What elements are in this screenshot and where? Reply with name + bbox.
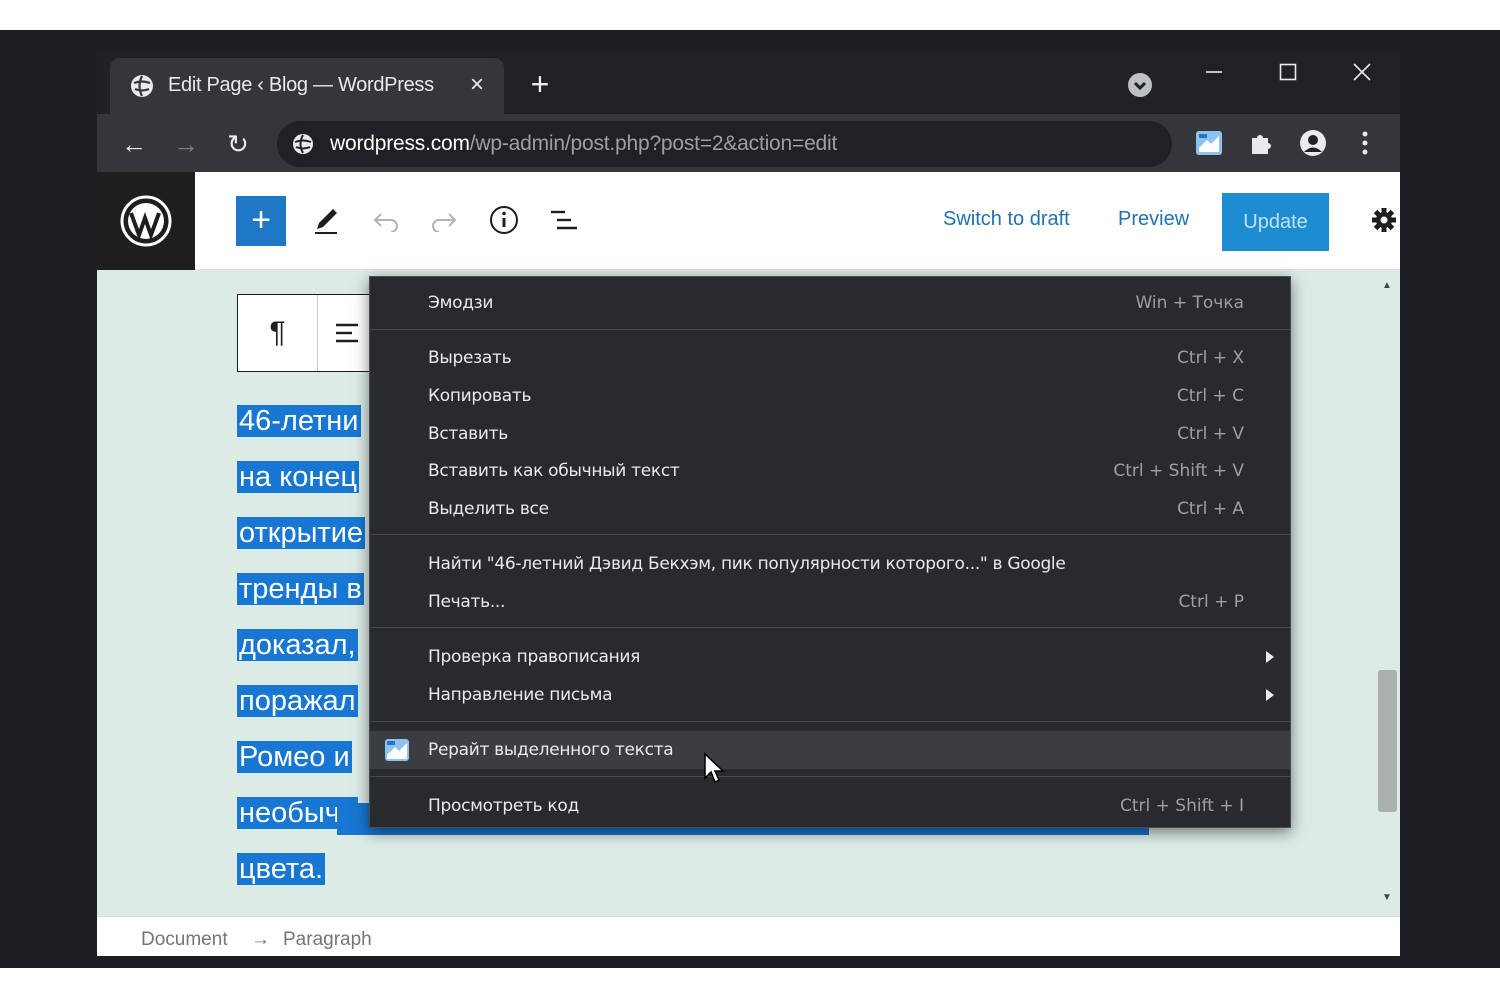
minimize-button[interactable] [1184,54,1244,90]
settings-button[interactable] [1366,202,1400,238]
menu-item-writing-direction[interactable]: Направление письма [370,676,1290,714]
browser-tab[interactable]: Edit Page ‹ Blog — WordPress × [110,58,504,114]
menu-item-rewrite-selection[interactable]: Рерайт выделенного текста [370,731,1290,769]
menu-item-print[interactable]: Печать... Ctrl + P [370,583,1290,621]
url-text: wordpress.com/wp-admin/post.php?post=2&a… [330,132,837,156]
gear-icon [1372,208,1396,232]
redo-icon [432,213,457,232]
breadcrumb-arrow: → [251,929,270,950]
extensions-button[interactable] [1246,128,1276,158]
paragraph-block-button[interactable]: ¶ [238,295,318,371]
menu-item-spellcheck[interactable]: Проверка правописания [370,638,1290,676]
close-window-button[interactable] [1332,54,1392,90]
puzzle-icon [1252,135,1271,154]
block-breadcrumb: Document → Paragraph [97,916,1400,956]
update-button[interactable]: Update [1222,193,1329,251]
undo-icon [373,213,398,232]
editor-header: + Switch to draft Preview Update [195,172,1400,270]
align-icon[interactable] [334,321,360,345]
wordpress-logo-icon [120,195,172,247]
rewrite-extension-icon [385,739,409,761]
context-menu: Эмодзи Win + Точка Вырезать Ctrl + X Коп… [369,276,1291,828]
close-icon [1353,63,1371,81]
menu-item-paste[interactable]: Вставить Ctrl + V [370,415,1290,453]
menu-item-copy[interactable]: Копировать Ctrl + C [370,377,1290,415]
rewrite-extension-button[interactable] [1194,128,1224,158]
tab-close-button[interactable]: × [462,70,492,100]
paragraph-line: цвета. [237,853,325,885]
profile-icon [1300,130,1326,156]
menu-item-search-google[interactable]: Найти "46-летний Дэвид Бекхэм, пик попул… [370,545,1290,583]
scrollbar-thumb[interactable] [1378,670,1397,812]
menu-separator [370,534,1290,535]
menu-item-paste-plain[interactable]: Вставить как обычный текст Ctrl + Shift … [370,452,1290,490]
switch-to-draft-link[interactable]: Switch to draft [943,208,1070,231]
menu-separator [370,627,1290,628]
browser-menu-button[interactable] [1350,128,1380,158]
minimize-icon [1206,71,1222,73]
menu-separator [370,721,1290,722]
forward-button[interactable]: → [170,128,202,160]
wordpress-favicon-icon [131,75,153,97]
undo-button[interactable] [368,202,404,238]
url-path: /wp-admin/post.php?post=2&action=edit [469,132,838,155]
list-view-icon [551,210,577,230]
maximize-icon [1279,63,1297,81]
list-view-button[interactable] [546,202,582,238]
info-icon [490,206,518,234]
tools-button[interactable] [308,202,344,238]
maximize-button[interactable] [1258,54,1318,90]
profile-button[interactable] [1298,128,1328,158]
breadcrumb-paragraph[interactable]: Paragraph [283,929,372,951]
redo-button[interactable] [426,202,462,238]
menu-item-cut[interactable]: Вырезать Ctrl + X [370,339,1290,377]
pencil-icon [315,209,337,234]
breadcrumb-document[interactable]: Document [141,929,228,951]
menu-separator [370,776,1290,777]
preview-link[interactable]: Preview [1118,208,1189,231]
vertical-scrollbar[interactable]: ▲ ▼ [1375,270,1400,916]
address-bar[interactable]: wordpress.com/wp-admin/post.php?post=2&a… [277,121,1172,167]
wordpress-logo-button[interactable] [97,172,195,270]
add-block-button[interactable]: + [236,196,286,246]
rewrite-extension-icon [1196,131,1222,155]
url-host: wordpress.com [330,132,470,155]
new-tab-button[interactable]: + [522,66,558,102]
site-info-icon[interactable] [291,132,315,156]
menu-item-emoji[interactable]: Эмодзи Win + Точка [370,284,1290,322]
menu-separator [370,329,1290,330]
tab-search-icon[interactable] [1127,72,1153,98]
screenshot-stage: Edit Page ‹ Blog — WordPress × + ← → ↻ w… [0,0,1500,1000]
menu-item-select-all[interactable]: Выделить все Ctrl + A [370,490,1290,528]
tab-title: Edit Page ‹ Blog — WordPress [168,74,434,96]
submenu-arrow-icon [1266,651,1274,663]
browser-toolbar: ← → ↻ wordpress.com/wp-admin/post.php?po… [97,114,1400,172]
back-button[interactable]: ← [118,128,150,160]
submenu-arrow-icon [1266,689,1274,701]
details-button[interactable] [486,202,522,238]
reload-button[interactable]: ↻ [222,128,254,160]
scroll-down-arrow-icon[interactable]: ▼ [1382,892,1392,903]
menu-item-inspect[interactable]: Просмотреть код Ctrl + Shift + I [370,787,1290,825]
more-vertical-icon [1362,131,1368,155]
scroll-up-arrow-icon[interactable]: ▲ [1382,280,1392,291]
mouse-cursor-icon [704,752,725,784]
